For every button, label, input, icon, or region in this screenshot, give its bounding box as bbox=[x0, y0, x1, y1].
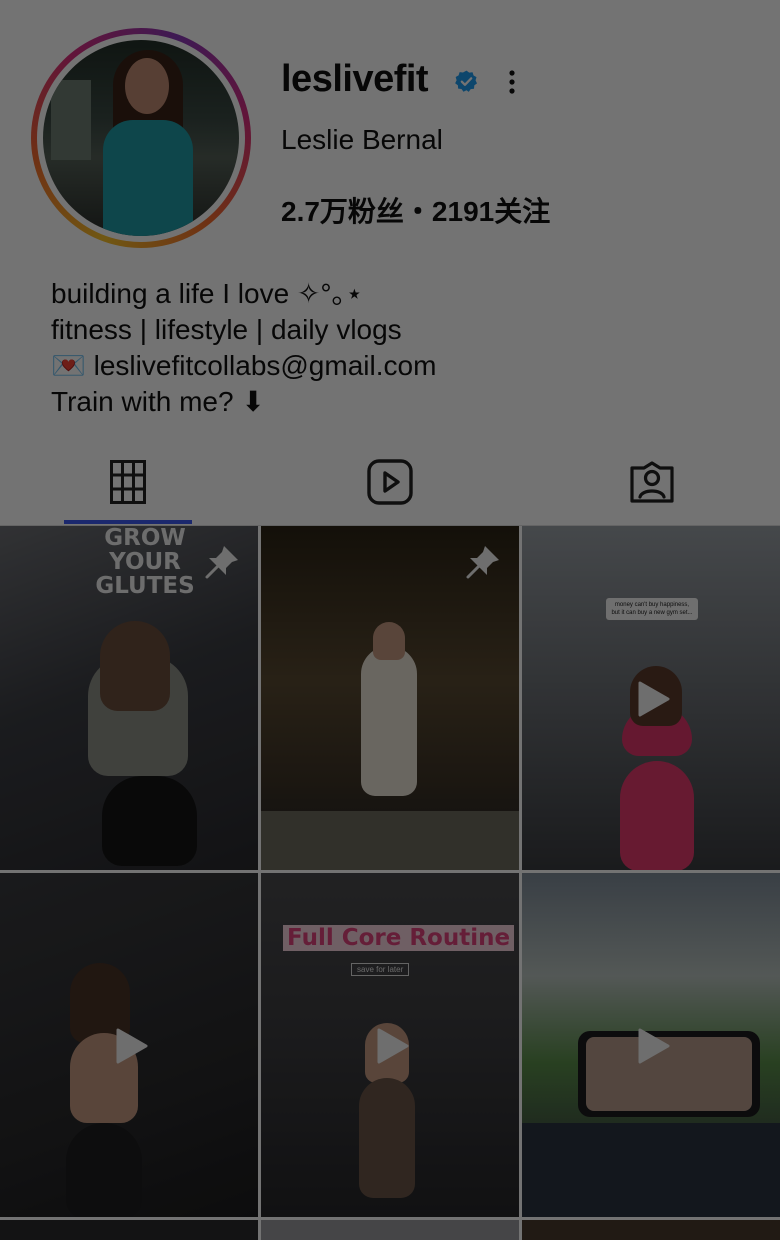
post-overlay-text: GROW YOUR GLUTES bbox=[95, 526, 195, 599]
post-tile[interactable] bbox=[0, 1220, 258, 1240]
post-tile[interactable]: GROW YOUR GLUTES bbox=[0, 526, 258, 870]
avatar-outfit bbox=[103, 120, 193, 236]
profile-stats[interactable]: 2.7万粉丝・2191关注 bbox=[281, 190, 550, 230]
reels-icon bbox=[367, 459, 413, 505]
play-icon bbox=[638, 681, 670, 717]
posts-grid: GROW YOUR GLUTES money can't buy happine… bbox=[0, 526, 780, 1240]
post-tile[interactable] bbox=[522, 873, 780, 1217]
post-floor bbox=[261, 811, 519, 870]
tab-posts[interactable] bbox=[64, 440, 192, 524]
tab-tagged[interactable] bbox=[588, 440, 716, 524]
tab-reels[interactable] bbox=[326, 440, 454, 524]
tagged-icon bbox=[630, 461, 674, 503]
post-figure-leggings bbox=[620, 761, 694, 870]
verified-badge-icon bbox=[455, 70, 478, 92]
post-figure-leggings bbox=[359, 1078, 415, 1198]
post-overlay-text: Full Core Routine bbox=[283, 925, 515, 951]
post-overlay-text: money can't buy happiness, but it can bu… bbox=[606, 598, 698, 620]
post-tile[interactable] bbox=[522, 1220, 780, 1240]
post-overlay-subtext: save for later bbox=[351, 963, 410, 976]
profile-full-name: Leslie Bernal bbox=[281, 124, 443, 155]
pin-icon bbox=[205, 546, 238, 579]
avatar-background-window bbox=[51, 80, 91, 160]
play-icon bbox=[377, 1028, 409, 1064]
profile-username: leslivefit bbox=[281, 58, 429, 100]
post-figure-shorts bbox=[102, 776, 197, 866]
post-crowd bbox=[522, 1123, 780, 1217]
story-ring[interactable] bbox=[31, 28, 251, 248]
more-vertical-icon[interactable] bbox=[502, 68, 522, 96]
bio-email-line[interactable]: 💌 leslivefitcollabs@gmail.com bbox=[51, 348, 436, 384]
post-figure-hair bbox=[100, 621, 170, 711]
profile-bio: building a life I love ✧°｡⋆ fitness | li… bbox=[51, 276, 436, 420]
post-figure-pants bbox=[66, 1123, 142, 1217]
post-tile[interactable] bbox=[261, 1220, 519, 1240]
bio-line: Train with me? ⬇ bbox=[51, 386, 265, 417]
post-figure bbox=[361, 646, 417, 796]
avatar-border bbox=[37, 34, 245, 242]
post-tile[interactable]: Full Core Routine save for later bbox=[261, 873, 519, 1217]
bio-line: fitness | lifestyle | daily vlogs bbox=[51, 314, 402, 345]
tab-selected-indicator bbox=[64, 520, 192, 524]
play-icon bbox=[116, 1028, 148, 1064]
post-figure-head bbox=[373, 622, 405, 660]
post-tile[interactable]: money can't buy happiness, but it can bu… bbox=[522, 526, 780, 870]
bio-line: building a life I love ✧°｡⋆ bbox=[51, 278, 364, 309]
profile-tabs bbox=[0, 440, 780, 526]
post-tile[interactable] bbox=[261, 526, 519, 870]
grid-icon bbox=[110, 460, 146, 504]
play-icon bbox=[638, 1028, 670, 1064]
pin-icon bbox=[466, 546, 499, 579]
avatar[interactable] bbox=[43, 40, 239, 236]
avatar-face bbox=[125, 58, 169, 114]
post-tile[interactable] bbox=[0, 873, 258, 1217]
